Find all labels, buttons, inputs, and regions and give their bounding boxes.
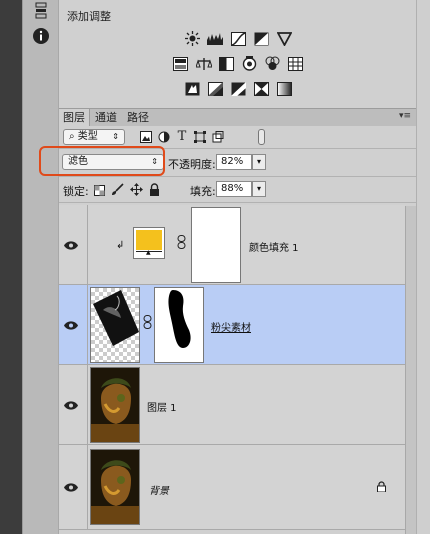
side-panel-column <box>22 0 59 534</box>
levels-icon[interactable] <box>207 31 224 46</box>
brightness-icon[interactable] <box>184 31 201 46</box>
lock-fill-row: 锁定: 填充: 88% ▾ <box>59 177 417 203</box>
gradient-map-icon[interactable] <box>276 81 293 96</box>
layers-tab-bar: 图层 通道 路径 ▾≡ <box>59 108 417 127</box>
visibility-separator <box>87 365 88 445</box>
filter-kind-select[interactable]: ⌕ 类型 ⇕ <box>63 129 125 145</box>
layer-name[interactable]: 背景 <box>149 482 169 497</box>
lock-label: 锁定: <box>63 185 89 198</box>
search-icon: ⌕ <box>69 131 75 142</box>
invert-icon[interactable] <box>184 81 201 96</box>
background-thumbnail[interactable] <box>90 449 140 525</box>
adjustments-row-2 <box>59 56 417 71</box>
lock-image-brush-icon[interactable] <box>110 182 124 196</box>
clipping-arrow-icon: ↲ <box>116 240 125 251</box>
fill-field[interactable]: 88% <box>216 181 252 197</box>
right-panel-edge <box>416 0 430 534</box>
adjustments-row-1 <box>59 31 417 46</box>
opacity-label: 不透明度: <box>168 158 216 171</box>
layer-name[interactable]: 粉尖素材 <box>211 319 251 334</box>
info-icon[interactable] <box>29 25 53 47</box>
layer-row[interactable]: 图层 1 <box>59 365 405 445</box>
exposure-icon[interactable] <box>253 31 270 46</box>
lock-position-move-icon[interactable] <box>129 182 143 196</box>
visibility-separator <box>87 445 88 530</box>
channel-mixer-icon[interactable] <box>264 56 281 71</box>
visibility-eye-icon[interactable] <box>63 237 79 253</box>
tab-paths[interactable]: 路径 <box>123 109 153 126</box>
fill-label: 填充: <box>190 185 216 198</box>
curves-icon[interactable] <box>230 31 247 46</box>
layer-mask-thumbnail[interactable] <box>154 287 204 363</box>
opacity-field[interactable]: 82% <box>216 154 252 170</box>
layer-lock-icon[interactable] <box>377 481 386 495</box>
opacity-dropdown-icon[interactable]: ▾ <box>252 154 266 170</box>
visibility-separator <box>87 205 88 285</box>
filter-pixel-icon[interactable] <box>139 130 153 144</box>
color-balance-icon[interactable] <box>195 56 212 71</box>
filter-kind-label: 类型 <box>77 131 98 142</box>
filter-adjustment-icon[interactable] <box>157 130 171 144</box>
swatch-slider-icon: ▲ <box>136 249 162 256</box>
powder-image-thumbnail[interactable] <box>90 287 140 363</box>
lock-transparent-icon[interactable] <box>92 183 106 197</box>
fill-layer-thumbnail: ▲ <box>133 227 165 259</box>
tool-strip <box>0 0 22 534</box>
visibility-separator <box>87 285 88 365</box>
layers-adjustments-panel: 添加调整 图层 通道 路径 ▾≡ ⌕ 类型 ⇕ T 滤色 ⇕ 不透明度: 82%… <box>39 0 418 534</box>
fill-dropdown-icon[interactable]: ▾ <box>252 181 266 197</box>
filter-smart-object-icon[interactable] <box>211 130 225 144</box>
properties-icon[interactable] <box>29 0 53 22</box>
layer-name[interactable]: 颜色填充 1 <box>249 239 299 254</box>
updown-icon: ⇕ <box>112 132 119 141</box>
photo-filter-icon[interactable] <box>241 56 258 71</box>
filter-toggle-switch[interactable] <box>258 129 265 145</box>
link-chain-icon[interactable] <box>177 235 186 252</box>
filter-shape-icon[interactable] <box>193 130 207 144</box>
vibrance-icon[interactable] <box>276 31 293 46</box>
link-chain-icon[interactable] <box>143 315 152 332</box>
visibility-eye-icon[interactable] <box>63 479 79 495</box>
color-swatch <box>136 230 162 250</box>
selective-color-icon[interactable] <box>253 81 270 96</box>
visibility-eye-icon[interactable] <box>63 397 79 413</box>
layer-row[interactable]: ↲ ▲ 颜色填充 1 <box>59 205 405 285</box>
panel-menu-icon[interactable]: ▾≡ <box>399 111 411 121</box>
tab-channels[interactable]: 通道 <box>91 109 121 126</box>
portrait-thumbnail[interactable] <box>90 367 140 443</box>
layer-name[interactable]: 图层 1 <box>147 399 177 414</box>
layer-row-selected[interactable]: 粉尖素材 <box>59 285 405 365</box>
posterize-icon[interactable] <box>207 81 224 96</box>
hue-saturation-icon[interactable] <box>172 56 189 71</box>
black-white-icon[interactable] <box>218 56 235 71</box>
adjustments-title: 添加调整 <box>67 10 111 23</box>
annotation-highlight-box <box>39 146 165 176</box>
color-lookup-icon[interactable] <box>287 56 304 71</box>
tab-layers[interactable]: 图层 <box>59 109 90 126</box>
layer-row[interactable]: 背景 <box>59 445 405 530</box>
adjustments-row-3 <box>59 81 417 96</box>
threshold-icon[interactable] <box>230 81 247 96</box>
lock-all-icon[interactable] <box>147 182 161 196</box>
filter-type-icon[interactable]: T <box>175 129 189 144</box>
layer-mask-thumbnail[interactable] <box>191 207 241 283</box>
visibility-eye-icon[interactable] <box>63 317 79 333</box>
